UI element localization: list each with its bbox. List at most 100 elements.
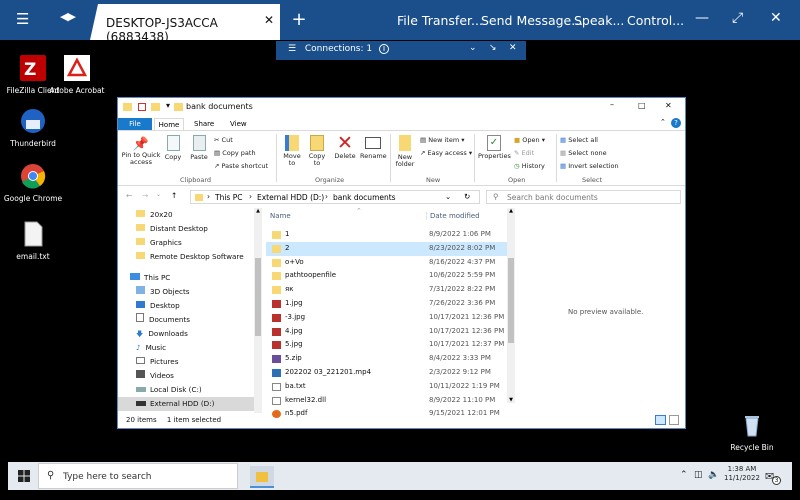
edit-button[interactable]: ✎ Edit: [514, 149, 534, 157]
nav-scrollbar-thumb[interactable]: [255, 258, 261, 336]
file-row[interactable]: 1 8/9/2022 1:06 PM: [266, 228, 511, 242]
details-view-icon[interactable]: [655, 415, 666, 425]
network-icon[interactable]: ◫: [694, 470, 703, 480]
close-tab-icon[interactable]: ✕: [264, 13, 274, 27]
list-scrollbar-thumb[interactable]: [508, 258, 514, 343]
open-button[interactable]: ■ Open ▾: [514, 136, 545, 144]
file-row[interactable]: kernel32.dll 8/9/2022 11:10 PM: [266, 394, 511, 408]
new-folder-quick-icon[interactable]: [151, 103, 160, 111]
properties-button[interactable]: ✓ Properties: [478, 135, 511, 160]
nav-item-graphics[interactable]: Graphics: [136, 236, 182, 250]
thunderbird-shortcut[interactable]: Thunderbird: [3, 108, 63, 148]
close-icon[interactable]: ✕: [770, 10, 782, 26]
quick-access-dropdown-icon[interactable]: ▾: [166, 101, 170, 110]
breadcrumb-bank-documents[interactable]: bank documents: [333, 193, 396, 202]
nav-item-external-hdd-d[interactable]: External HDD (D:): [118, 397, 254, 411]
close-window-icon[interactable]: ✕: [665, 101, 672, 110]
nav-item-documents[interactable]: Documents: [136, 313, 190, 327]
file-row[interactable]: 5.jpg 10/17/2021 12:37 PM: [266, 338, 511, 352]
send-message-menu[interactable]: Send Message...: [481, 13, 583, 28]
address-bar[interactable]: › This PC › External HDD (D:) › bank doc…: [190, 190, 480, 204]
file-transfer-menu[interactable]: File Transfer...: [397, 13, 483, 28]
email-txt-shortcut[interactable]: email.txt: [3, 221, 63, 261]
file-row[interactable]: -3.jpg 10/17/2021 12:36 PM: [266, 311, 511, 325]
rename-button[interactable]: Rename: [360, 135, 387, 160]
breadcrumb-this-pc[interactable]: This PC: [215, 193, 242, 202]
up-arrow-icon[interactable]: ↑: [171, 191, 177, 200]
control-menu[interactable]: Control...: [627, 13, 684, 28]
nav-item-this-pc[interactable]: This PC: [130, 271, 170, 285]
file-row[interactable]: ba.txt 10/11/2022 1:19 PM: [266, 380, 511, 394]
taskbar-search-input[interactable]: ⚲ Type here to search: [38, 463, 238, 489]
session-tab[interactable]: DESKTOP-JS3ACCA (6883438): [90, 4, 280, 40]
file-row[interactable]: 5.zip 8/4/2022 3:33 PM: [266, 352, 511, 366]
taskbar-clock[interactable]: 1:38 AM 11/1/2022: [724, 465, 760, 483]
address-dropdown-icon[interactable]: ⌄: [445, 192, 451, 201]
history-button[interactable]: ◷ History: [514, 162, 545, 170]
nav-item-desktop[interactable]: Desktop: [136, 299, 180, 313]
paste-shortcut-button[interactable]: ↗ Paste shortcut: [214, 162, 268, 170]
paste-button[interactable]: Paste: [188, 135, 210, 161]
expand-arrows-icon[interactable]: ◀▶: [60, 10, 86, 30]
copy-button[interactable]: Copy: [162, 135, 184, 161]
nav-item-music[interactable]: ♪ Music: [136, 341, 166, 355]
large-icons-view-icon[interactable]: [669, 415, 679, 425]
tab-file[interactable]: File: [118, 118, 152, 130]
nav-item-remote-desktop-software[interactable]: Remote Desktop Software: [136, 250, 244, 264]
copy-to-button[interactable]: Copy to: [306, 135, 328, 167]
ribbon-collapse-icon[interactable]: ⌃: [660, 118, 666, 126]
nav-item-distant-desktop[interactable]: Distant Desktop: [136, 222, 208, 236]
info-icon[interactable]: i: [378, 44, 389, 54]
nav-item-20x20[interactable]: 20x20: [136, 208, 173, 222]
forward-arrow-icon[interactable]: →: [142, 191, 148, 200]
window-titlebar[interactable]: ▾ bank documents – □ ✕: [118, 98, 685, 118]
move-to-button[interactable]: Move to: [281, 135, 303, 167]
delete-button[interactable]: ✕ Delete: [334, 133, 356, 160]
windows-start-icon[interactable]: [18, 470, 30, 482]
tab-share[interactable]: Share: [194, 118, 214, 130]
copy-path-button[interactable]: ▤ Copy path: [214, 149, 256, 157]
file-row[interactable]: 4.jpg 10/17/2021 12:36 PM: [266, 325, 511, 339]
easy-access-button[interactable]: ↗ Easy access ▾: [420, 149, 472, 157]
file-row[interactable]: 202202 03_221201.mp4 2/3/2022 9:12 PM: [266, 366, 511, 380]
select-none-button[interactable]: ▦ Select none: [560, 149, 607, 157]
add-tab-icon[interactable]: +: [288, 9, 310, 31]
file-row[interactable]: як 7/31/2022 8:22 PM: [266, 283, 511, 297]
column-header-name[interactable]: Name: [270, 212, 420, 220]
new-item-button[interactable]: ▤ New item ▾: [420, 136, 465, 144]
nav-scrollbar[interactable]: ▲: [254, 208, 262, 413]
chrome-shortcut[interactable]: Google Chrome: [3, 163, 63, 203]
nav-item-local-disk-c[interactable]: Local Disk (C:): [136, 383, 202, 397]
fullscreen-icon[interactable]: ⤢: [732, 10, 743, 26]
show-hidden-icons-icon[interactable]: ⌃: [680, 470, 688, 480]
speak-menu[interactable]: Speak...: [574, 13, 624, 28]
file-row[interactable]: o+Vo 8/16/2022 4:37 PM: [266, 256, 511, 270]
nav-item-pictures[interactable]: Pictures: [136, 355, 178, 369]
breadcrumb-external-hdd[interactable]: External HDD (D:): [257, 193, 324, 202]
close-connection-icon[interactable]: ✕: [509, 43, 517, 53]
scroll-down-icon[interactable]: ▼: [507, 397, 515, 403]
tab-view[interactable]: View: [230, 118, 247, 130]
maximize-window-icon[interactable]: □: [638, 101, 646, 110]
tab-home[interactable]: Home: [154, 118, 184, 130]
file-list-scrollbar[interactable]: ▲ ▼: [507, 208, 515, 403]
select-all-button[interactable]: ▦ Select all: [560, 136, 598, 144]
scroll-up-icon[interactable]: ▲: [254, 208, 262, 214]
recent-dropdown-icon[interactable]: ⌄: [156, 191, 161, 198]
new-folder-button[interactable]: New folder: [393, 135, 417, 168]
minimize-window-icon[interactable]: –: [610, 100, 614, 109]
properties-icon[interactable]: [138, 103, 146, 111]
speaker-icon[interactable]: 🔈: [708, 470, 719, 480]
nav-item-3d-objects[interactable]: 3D Objects: [136, 285, 190, 299]
invert-selection-button[interactable]: ▦ Invert selection: [560, 162, 619, 170]
file-row[interactable]: 1.jpg 7/26/2022 3:36 PM: [266, 297, 511, 311]
minimize-icon[interactable]: —: [695, 10, 709, 26]
back-arrow-icon[interactable]: ←: [126, 191, 132, 200]
nav-item-videos[interactable]: Videos: [136, 369, 174, 383]
search-box[interactable]: ⚲ Search bank documents: [486, 190, 681, 204]
collapse-icon[interactable]: ↘: [489, 43, 497, 53]
cut-button[interactable]: ✂ Cut: [214, 136, 233, 144]
file-explorer-taskbar-button[interactable]: [250, 466, 274, 488]
menu-icon[interactable]: ☰: [16, 10, 50, 30]
file-row[interactable]: pathtoopenfile 10/6/2022 5:59 PM: [266, 269, 511, 283]
